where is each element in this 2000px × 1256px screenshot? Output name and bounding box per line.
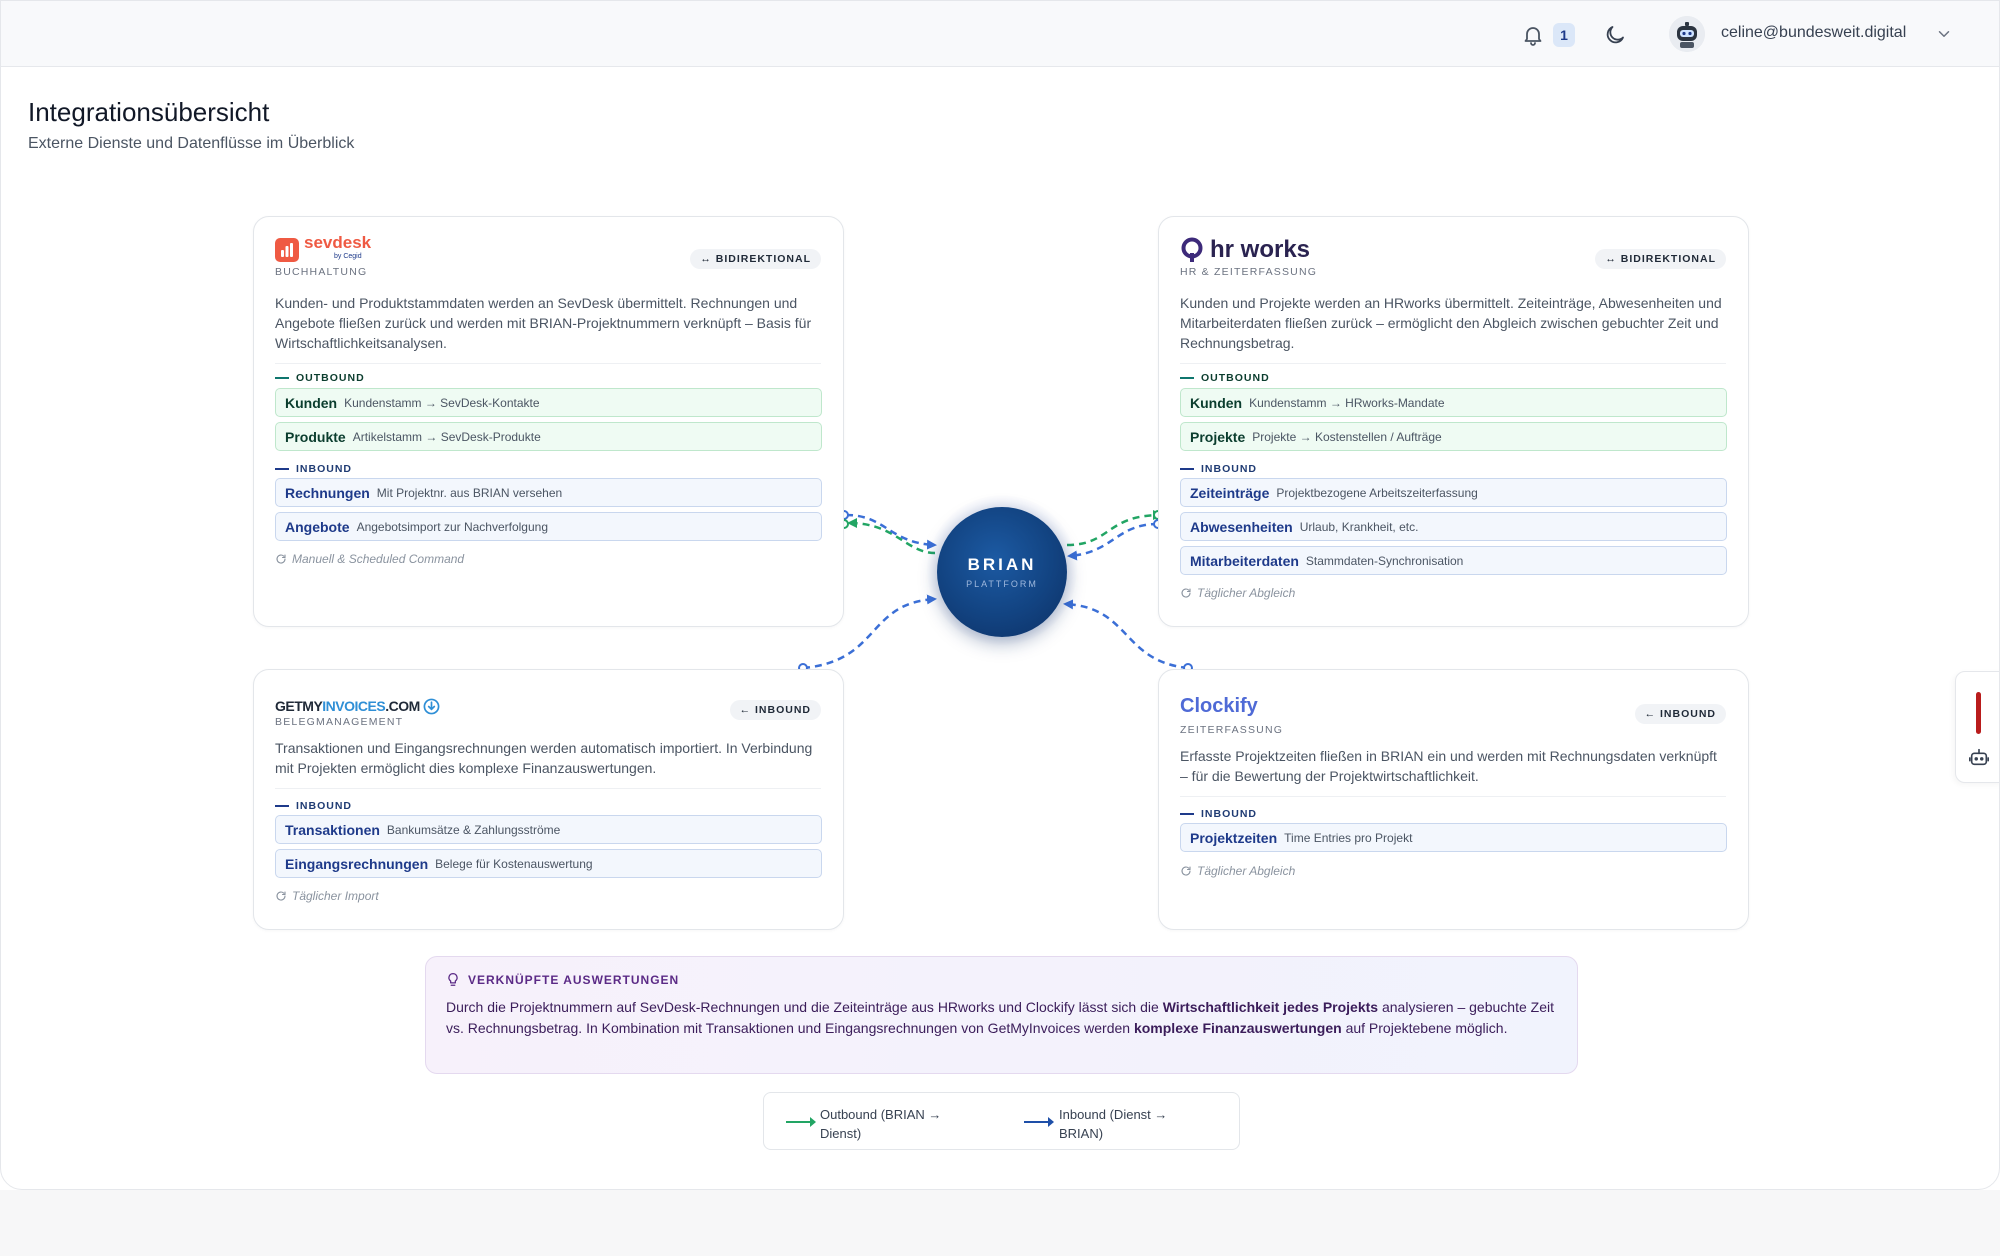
flow-row: Abwesenheiten Urlaub, Krankheit, etc. [1180,512,1727,541]
direction-badge: ← INBOUND [729,700,821,720]
direction-badge: ↔ BIDIREKTIONAL [690,249,821,269]
flow-row: Projekte Projekte → Kostenstellen / Auftr… [1180,422,1727,451]
refresh-icon [276,554,286,564]
flow-row: Produkte Artikelstamm → SevDesk-Produkte [275,422,822,451]
hrworks-logo-text: hr works [1210,236,1311,263]
flow-row: Kunden Kundenstamm → SevDesk-Kontakte [275,388,822,417]
flow-row: Zeiteinträge Projektbezogene Arbeitszeite… [1180,478,1727,507]
outbound-section-label: OUTBOUND [275,372,365,384]
sync-info: Täglicher Abgleich [1180,586,1295,600]
refresh-icon [1181,588,1191,598]
inbound-section-label: INBOUND [275,800,352,812]
gmi-logo-part3: .COM [385,698,420,714]
legend-inbound-label: Inbound (Dienst → BRIAN) [1059,1107,1168,1141]
sync-info: Täglicher Abgleich [1180,864,1295,878]
card-category: BUCHHALTUNG [275,266,368,278]
card-description: Transaktionen und Eingangsrechnungen wer… [275,738,821,789]
robot-icon[interactable] [1968,746,1990,768]
inbound-section-label: INBOUND [275,463,352,475]
assistant-side-widget[interactable] [1955,671,1999,783]
download-circle-icon [423,698,440,714]
brian-hub[interactable]: BRIAN PLATTFORM [937,507,1067,637]
sevdesk-logo-sub: by Cegid [334,253,362,260]
sevdesk-card[interactable]: sevdesk by Cegid BUCHHALTUNG ↔ BIDIREKTI… [253,216,844,627]
card-description: Kunden und Projekte werden an HRworks üb… [1180,293,1726,364]
insight-text: Durch die Projektnummern auf SevDesk-Rec… [446,999,1554,1036]
hrworks-drop-icon [1181,237,1203,262]
side-indicator-bar [1976,692,1981,734]
inbound-section-label: INBOUND [1180,808,1257,820]
bottom-bar [0,1190,2000,1256]
lightbulb-icon [448,972,458,986]
card-category: ZEITERFASSUNG [1180,724,1284,736]
flow-row: Angebote Angebotsimport zur Nachverfolgun… [275,512,822,541]
hub-title: BRIAN [967,555,1037,574]
hrworks-logo: hr works [1180,235,1310,265]
sync-info: Manuell & Scheduled Command [275,552,464,566]
linked-analytics-box: VERKNÜPFTE AUSWERTUNGEN Durch die Projek… [425,956,1578,1074]
hrworks-card[interactable]: hr works HR & ZEITERFASSUNG ↔ BIDIREKTIO… [1158,216,1749,627]
insight-title: VERKNÜPFTE AUSWERTUNGEN [468,973,680,987]
legend-inbound-line [1024,1117,1054,1127]
hub-subtitle: PLATTFORM [966,579,1038,589]
gmi-logo-part2: INVOICES [322,698,386,714]
sevdesk-inbound-line [845,513,937,550]
outbound-section-label: OUTBOUND [1180,372,1270,384]
getmyinvoices-card[interactable]: GETMY INVOICES .COM BELEGMANAGEMENT ← INBO… [253,669,844,930]
legend-outbound-label: Outbound (BRIAN → Dienst) [820,1107,942,1141]
clockify-logo-text: Clockify [1180,694,1258,717]
direction-badge: ↔ BIDIREKTIONAL [1595,249,1726,269]
flow-row: Projektzeiten Time Entries pro Projekt [1180,823,1727,852]
card-category: BELEGMANAGEMENT [275,716,404,728]
refresh-icon [276,891,286,901]
gmi-logo-part1: GETMY [275,698,323,714]
sevdesk-chart-icon [275,238,299,262]
legend: Outbound (BRIAN → Dienst) Inbound (Diens… [763,1092,1240,1150]
sync-info: Täglicher Import [275,889,379,903]
flow-row: Eingangsrechnungen Belege für Kostenauswe… [275,849,822,878]
clockify-logo: Clockify [1180,691,1258,721]
legend-outbound-line [786,1117,816,1127]
card-description: Erfasste Projektzeiten fließen in BRIAN … [1180,746,1726,797]
card-category: HR & ZEITERFASSUNG [1180,266,1318,278]
refresh-icon [1181,866,1191,876]
clockify-card[interactable]: Clockify ZEITERFASSUNG ← INBOUND Erfasst… [1158,669,1749,930]
direction-badge: ← INBOUND [1634,704,1726,724]
app-frame: 1 celine@bundesweit.digital Integrations… [0,0,2000,1190]
flow-row: Transaktionen Bankumsätze & Zahlungsström… [275,815,822,844]
sevdesk-outbound-line [847,518,936,555]
flow-row: Kunden Kundenstamm → HRworks-Mandate [1180,388,1727,417]
sevdesk-logo: sevdesk by Cegid [275,233,372,265]
flow-row: Rechnungen Mit Projektnr. aus BRIAN verse… [275,478,822,507]
sevdesk-logo-text: sevdesk [304,233,372,252]
inbound-section-label: INBOUND [1180,463,1257,475]
card-description: Kunden- und Produktstammdaten werden an … [275,293,821,364]
flow-row: Mitarbeiterdaten Stammdaten-Synchronisati… [1180,546,1727,575]
